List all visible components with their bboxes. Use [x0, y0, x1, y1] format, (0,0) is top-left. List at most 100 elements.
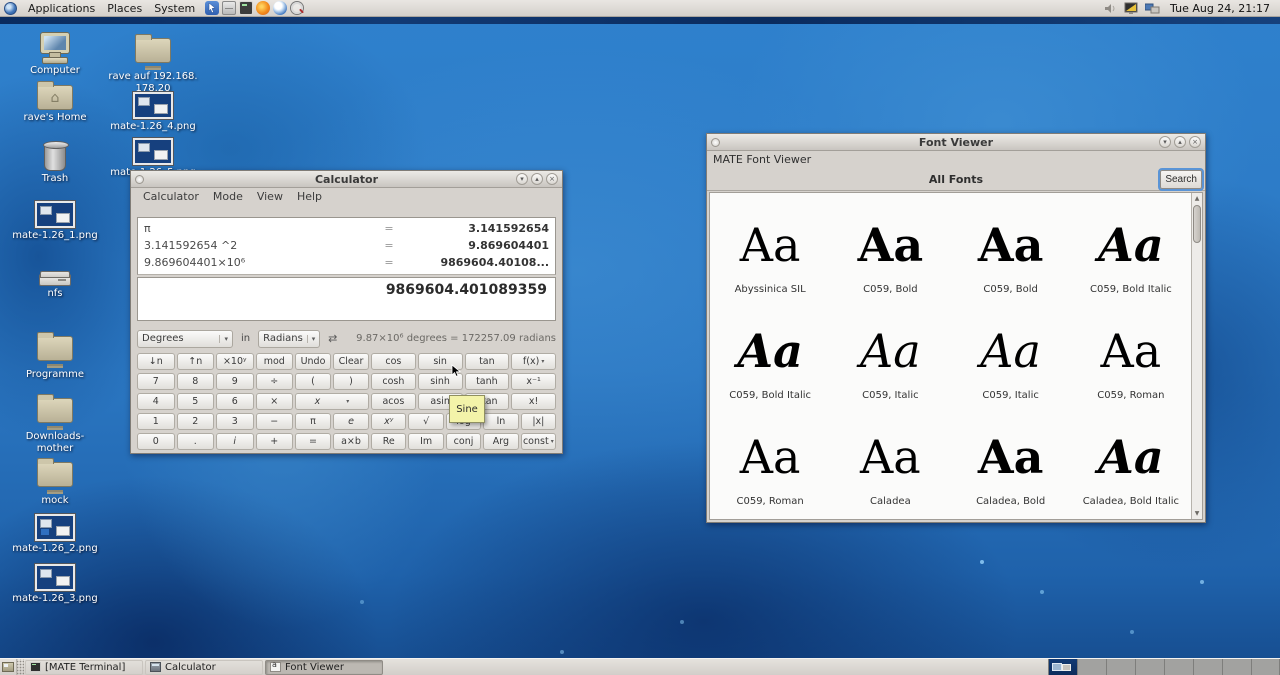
font-cell[interactable]: Aa C059, Roman — [1071, 303, 1191, 409]
search-tool-icon[interactable] — [290, 1, 304, 15]
show-desktop-button[interactable] — [0, 659, 17, 675]
history-row[interactable]: 9.869604401×10⁶ = 9869604.40108... — [144, 254, 549, 271]
volume-icon[interactable] — [1103, 2, 1118, 15]
scroll-down-icon[interactable]: ▼ — [1192, 510, 1202, 517]
key-ln[interactable]: ln — [483, 413, 518, 430]
key-e[interactable]: e — [333, 413, 369, 430]
key-fx-dropdown[interactable]: f(x)▾ — [511, 353, 556, 370]
key-i[interactable]: i — [216, 433, 254, 450]
calc-current-value[interactable]: 9869604.401089359 — [137, 277, 556, 321]
key-tan[interactable]: tan — [465, 353, 510, 370]
browser-icon[interactable] — [273, 1, 287, 15]
key-acos[interactable]: acos — [371, 393, 416, 410]
key-im[interactable]: Im — [408, 433, 443, 450]
desktop-icon-raves-home[interactable]: ⌂ rave's Home — [9, 80, 101, 124]
key-8[interactable]: 8 — [177, 373, 215, 390]
workspace-8[interactable] — [1251, 659, 1280, 675]
key-6[interactable]: 6 — [216, 393, 254, 410]
maximize-button[interactable]: ▴ — [1174, 136, 1186, 148]
menu-view[interactable]: View — [251, 189, 289, 204]
key-paren-open[interactable]: ( — [295, 373, 331, 390]
key-arg[interactable]: Arg — [483, 433, 518, 450]
workspace-3[interactable] — [1106, 659, 1135, 675]
terminal-launcher-icon[interactable] — [239, 1, 253, 15]
menu-places[interactable]: Places — [101, 1, 148, 16]
font-cell[interactable]: Aa Caladea, Bold — [951, 409, 1071, 515]
font-cell[interactable]: Aa C059, Bold Italic — [1071, 197, 1191, 303]
menu-applications[interactable]: Applications — [22, 1, 101, 16]
key-x-pow-y[interactable]: xʸ — [371, 413, 406, 430]
key-re[interactable]: Re — [371, 433, 406, 450]
key-equals[interactable]: = — [295, 433, 331, 450]
key-pi[interactable]: π — [295, 413, 331, 430]
workspace-2[interactable] — [1077, 659, 1106, 675]
key-clear[interactable]: Clear — [333, 353, 369, 370]
search-button[interactable]: Search — [1160, 170, 1202, 189]
menu-system[interactable]: System — [148, 1, 201, 16]
desktop-icon-mate-1-26-4[interactable]: mate-1.26_4.png — [107, 92, 199, 133]
font-cell[interactable]: Aa Abyssinica SIL — [710, 197, 830, 303]
clock[interactable]: Tue Aug 24, 21:17 — [1166, 2, 1274, 15]
key-7[interactable]: 7 — [137, 373, 175, 390]
font-cell[interactable]: Aa C059, Roman — [710, 409, 830, 515]
key-3[interactable]: 3 — [216, 413, 254, 430]
key-paren-close[interactable]: ) — [333, 373, 369, 390]
key-plus[interactable]: + — [256, 433, 294, 450]
taskbar-item-terminal[interactable]: [MATE Terminal] — [25, 660, 143, 675]
key-minus[interactable]: − — [256, 413, 294, 430]
key-mod[interactable]: mod — [256, 353, 294, 370]
key-abs[interactable]: |x| — [521, 413, 556, 430]
key-tanh[interactable]: tanh — [465, 373, 510, 390]
pointer-launcher-icon[interactable] — [205, 1, 219, 15]
desktop-icon-rave-network-folder[interactable]: rave auf 192.168. 178.20 — [107, 33, 199, 94]
key-4[interactable]: 4 — [137, 393, 175, 410]
desktop-icon-mate-1-26-3[interactable]: mate-1.26_3.png — [9, 564, 101, 605]
key-cosh[interactable]: cosh — [371, 373, 416, 390]
desktop-icon-mate-1-26-2[interactable]: mate-1.26_2.png — [9, 514, 101, 555]
unit-to-dropdown[interactable]: Radians ▾ — [258, 330, 320, 348]
key-multiply[interactable]: × — [256, 393, 294, 410]
key-scientific[interactable]: a×b — [333, 433, 369, 450]
menu-calculator[interactable]: Calculator — [137, 189, 205, 204]
desktop-icon-mock[interactable]: mock — [9, 457, 101, 507]
font-cell[interactable]: Aa C059, Italic — [830, 303, 950, 409]
key-0[interactable]: 0 — [137, 433, 175, 450]
desktop-icon-trash[interactable]: Trash — [9, 140, 101, 185]
key-undo[interactable]: Undo — [295, 353, 331, 370]
key-2[interactable]: 2 — [177, 413, 215, 430]
key-conj[interactable]: conj — [446, 433, 481, 450]
menu-mode[interactable]: Mode — [207, 189, 249, 204]
history-row[interactable]: π = 3.141592654 — [144, 220, 549, 237]
font-cell[interactable]: Aa C059, Bold — [951, 197, 1071, 303]
firefox-icon[interactable] — [256, 1, 270, 15]
display-settings-icon[interactable] — [1124, 2, 1139, 15]
key-cos[interactable]: cos — [371, 353, 416, 370]
mate-menu-icon[interactable] — [4, 2, 17, 15]
close-button[interactable]: × — [546, 173, 558, 185]
unit-from-dropdown[interactable]: Degrees ▾ — [137, 330, 233, 348]
minimize-button[interactable]: ▾ — [516, 173, 528, 185]
font-cell[interactable]: Aa C059, Italic — [951, 303, 1071, 409]
workspace-1[interactable] — [1048, 659, 1077, 675]
menu-help[interactable]: Help — [291, 189, 328, 204]
archive-manager-icon[interactable] — [222, 1, 236, 15]
close-button[interactable]: × — [1189, 136, 1201, 148]
key-1[interactable]: 1 — [137, 413, 175, 430]
minimize-button[interactable]: ▾ — [1159, 136, 1171, 148]
history-row[interactable]: 3.141592654 ^2 = 9.869604401 — [144, 237, 549, 254]
key-const-dropdown[interactable]: const▾ — [521, 433, 556, 450]
workspace-5[interactable] — [1164, 659, 1193, 675]
taskbar-item-font-viewer[interactable]: Font Viewer — [265, 660, 383, 675]
key-x-dropdown[interactable]: x▾ — [295, 393, 369, 410]
key-9[interactable]: 9 — [216, 373, 254, 390]
key-exponent[interactable]: ×10ʸ — [216, 353, 254, 370]
font-viewer-titlebar[interactable]: Font Viewer ▾ ▴ × — [707, 134, 1205, 151]
key-subscript[interactable]: ↓n — [137, 353, 175, 370]
calculator-titlebar[interactable]: Calculator ▾ ▴ × — [131, 171, 562, 188]
key-sqrt[interactable]: √ — [408, 413, 443, 430]
desktop-icon-nfs[interactable]: nfs — [9, 262, 101, 300]
workspace-4[interactable] — [1135, 659, 1164, 675]
font-cell[interactable]: Aa C059, Bold Italic — [710, 303, 830, 409]
taskbar-item-calculator[interactable]: Calculator — [145, 660, 263, 675]
desktop-icon-downloads-mother[interactable]: Downloads-mother — [9, 393, 101, 454]
